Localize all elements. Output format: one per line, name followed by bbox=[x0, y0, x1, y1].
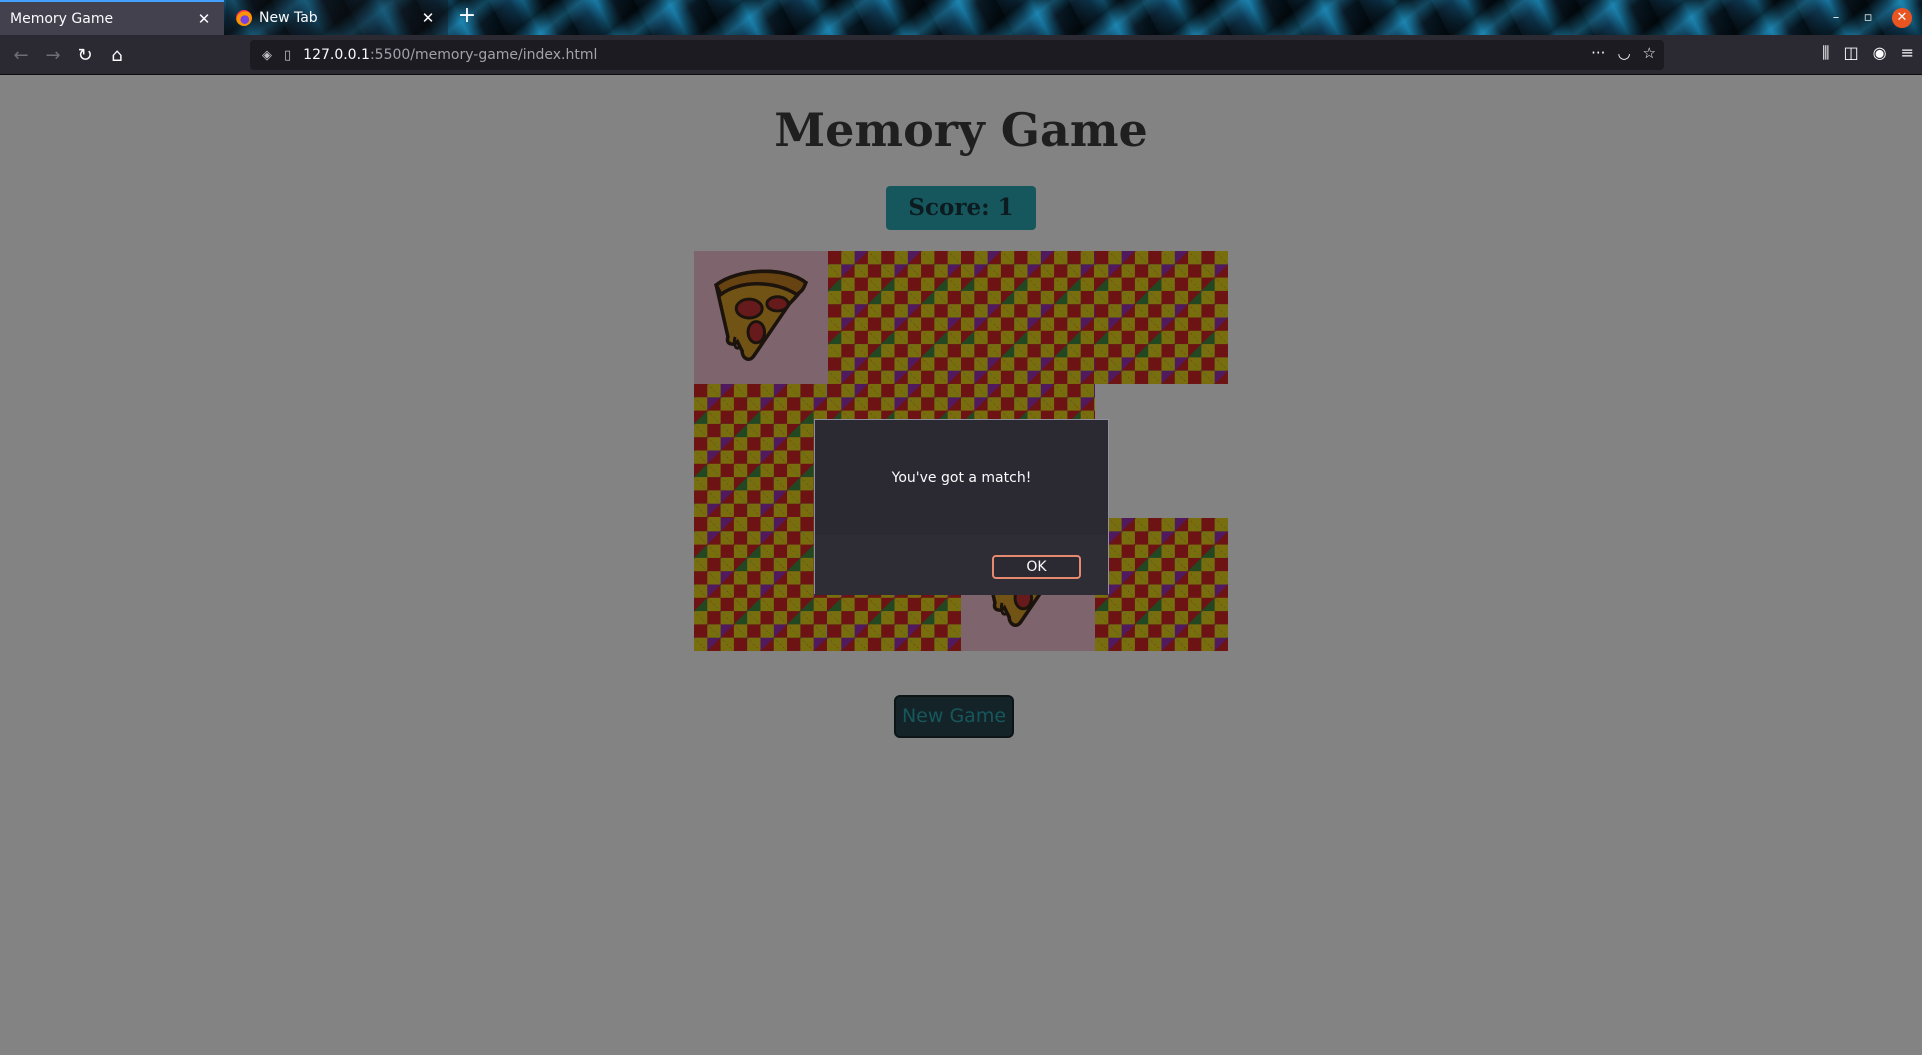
firefox-icon bbox=[236, 9, 252, 26]
menu-icon[interactable]: ≡ bbox=[1901, 43, 1914, 63]
close-window-icon[interactable]: ✕ bbox=[1892, 8, 1912, 28]
forward-arrow-icon[interactable]: → bbox=[40, 43, 66, 69]
alert-dialog: You've got a match! OK bbox=[814, 419, 1109, 595]
tab-title: New Tab bbox=[259, 9, 318, 26]
sidebar-icon[interactable]: ◫ bbox=[1844, 43, 1859, 63]
minimize-icon[interactable]: – bbox=[1824, 6, 1848, 30]
home-icon[interactable]: ⌂ bbox=[104, 43, 130, 69]
account-icon[interactable]: ◉ bbox=[1873, 43, 1887, 63]
pocket-icon[interactable]: ◡ bbox=[1617, 44, 1630, 62]
tab-strip: Memory Game ✕ New Tab ✕ + – ▫ ✕ bbox=[0, 0, 1922, 35]
new-tab-plus-icon[interactable]: + bbox=[454, 4, 480, 30]
library-icon[interactable]: ⫼ bbox=[1822, 43, 1829, 63]
page-actions-icon[interactable]: ··· bbox=[1591, 44, 1605, 62]
close-tab-icon[interactable]: ✕ bbox=[194, 9, 214, 29]
page-icon[interactable]: ▯ bbox=[284, 48, 291, 63]
maximize-icon[interactable]: ▫ bbox=[1856, 6, 1880, 30]
back-arrow-icon[interactable]: ← bbox=[8, 43, 34, 69]
alert-message: You've got a match! bbox=[891, 469, 1032, 486]
shield-icon[interactable]: ◈ bbox=[262, 48, 272, 63]
alert-footer: OK bbox=[815, 535, 1108, 595]
address-bar[interactable]: ◈ ▯ 127.0.0.1:5500/memory-game/index.htm… bbox=[250, 40, 1664, 70]
url-path: :5500/memory-game/index.html bbox=[369, 47, 598, 63]
reload-icon[interactable]: ↻ bbox=[72, 43, 98, 69]
bookmark-star-icon[interactable]: ☆ bbox=[1643, 44, 1656, 62]
navigation-toolbar: ← → ↻ ⌂ ◈ ▯ 127.0.0.1:5500/memory-game/i… bbox=[0, 35, 1922, 75]
close-tab-icon[interactable]: ✕ bbox=[418, 8, 438, 28]
tab-memory-game[interactable]: Memory Game ✕ bbox=[0, 0, 224, 35]
tab-title: Memory Game bbox=[10, 10, 114, 27]
url-host: 127.0.0.1 bbox=[303, 47, 370, 63]
ok-button[interactable]: OK bbox=[992, 555, 1081, 579]
tab-new-tab[interactable]: New Tab ✕ bbox=[226, 0, 448, 35]
page-viewport: Memory Game Score: 1 New Game You've got… bbox=[0, 75, 1922, 1055]
